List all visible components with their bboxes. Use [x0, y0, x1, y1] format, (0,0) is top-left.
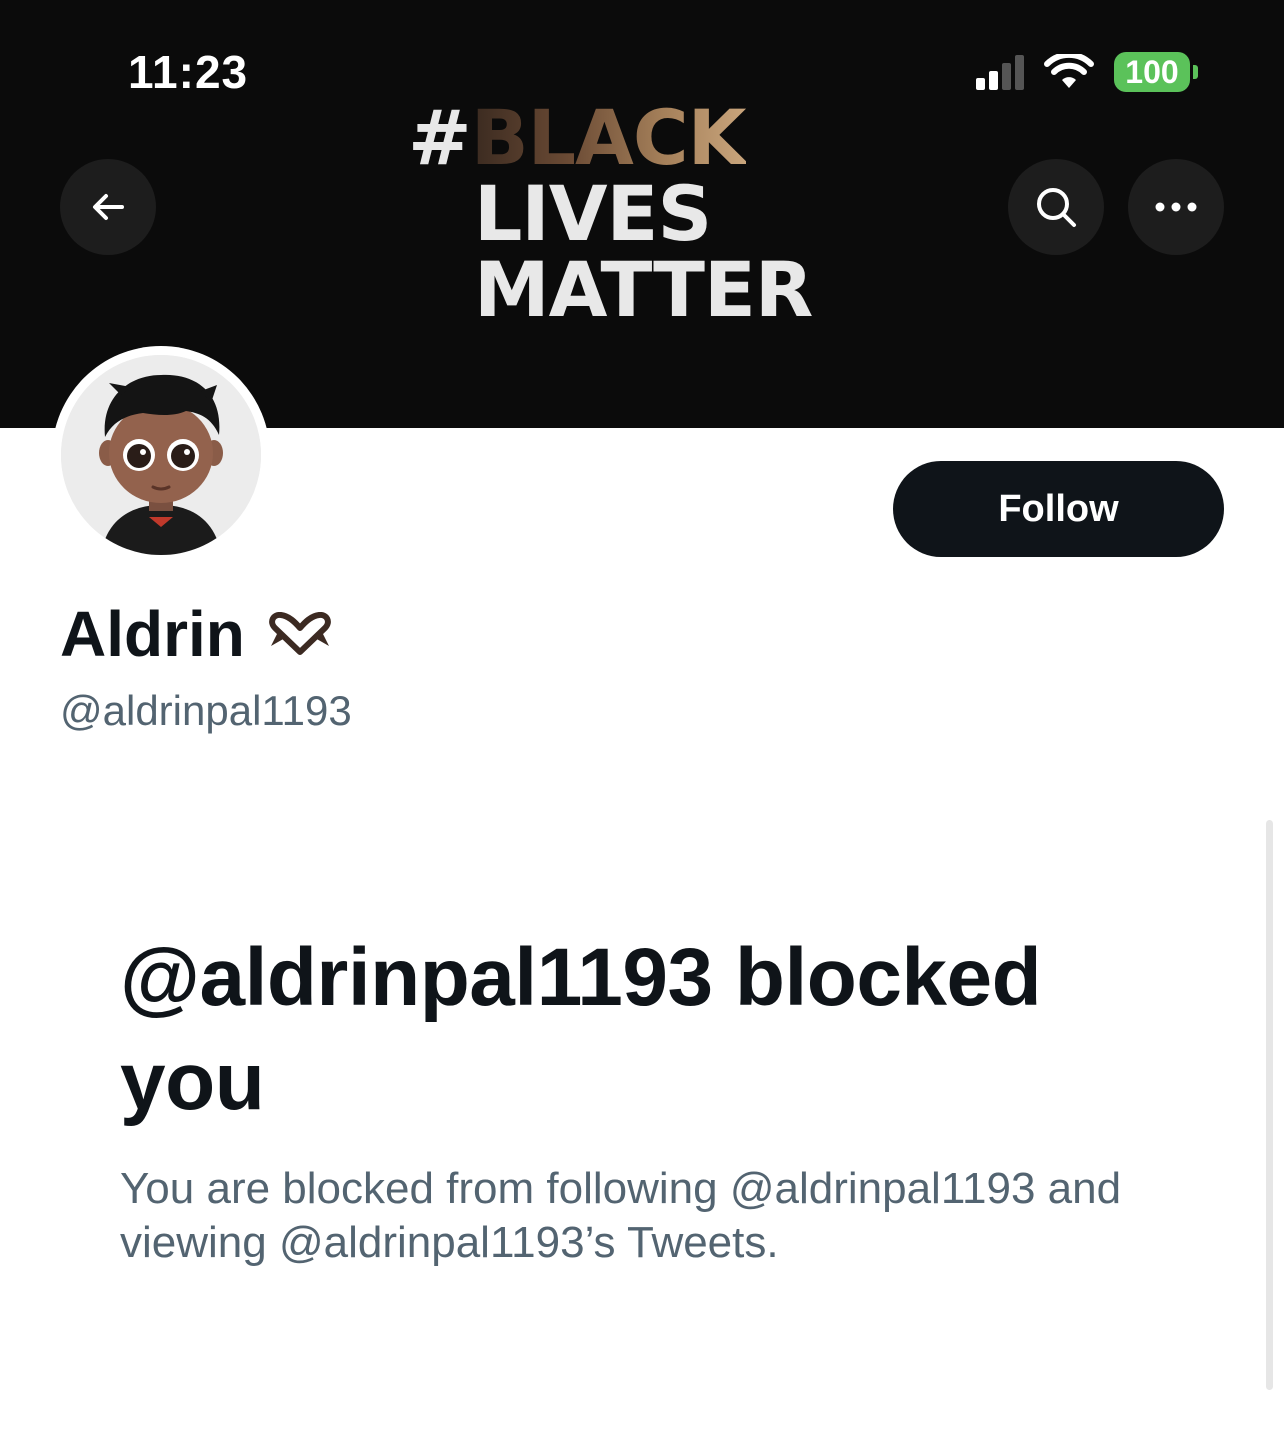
cellular-signal-icon: [976, 54, 1024, 90]
follow-button[interactable]: Follow: [893, 461, 1224, 557]
profile-handle: @aldrinpal1193: [60, 687, 352, 734]
display-name: Aldrin: [60, 598, 245, 670]
banner-line-2: LIVES: [474, 169, 712, 258]
more-button[interactable]: [1128, 159, 1224, 255]
profile-name-row: Aldrin: [60, 596, 335, 672]
banner-line-1: #BLACK: [408, 100, 812, 176]
search-icon: [1037, 188, 1076, 227]
more-horizontal-icon: [1155, 202, 1197, 212]
battery-level: 100: [1114, 52, 1190, 92]
heart-hands-emoji: [269, 612, 331, 655]
avatar[interactable]: [52, 346, 270, 564]
banner-text: #BLACK LIVES MATTER: [408, 100, 813, 334]
blocked-description: You are blocked from following @aldrinpa…: [120, 1164, 1122, 1267]
blocked-title: @aldrinpal1193 blocked you: [120, 932, 1042, 1127]
arrow-left-icon: [93, 194, 124, 220]
battery-cap: [1193, 65, 1198, 79]
scrollbar[interactable]: [1266, 820, 1273, 1390]
avatar-illustration: [61, 355, 261, 555]
search-button[interactable]: [1008, 159, 1104, 255]
back-button[interactable]: [60, 159, 156, 255]
battery-indicator: 100: [1114, 52, 1198, 92]
avatar-image: [61, 355, 261, 555]
banner-hash: #: [408, 93, 472, 182]
wifi-icon: [1044, 54, 1094, 88]
status-indicators: 100: [976, 52, 1198, 92]
status-time: 11:23: [128, 46, 249, 98]
banner-line-3: MATTER: [474, 245, 813, 334]
